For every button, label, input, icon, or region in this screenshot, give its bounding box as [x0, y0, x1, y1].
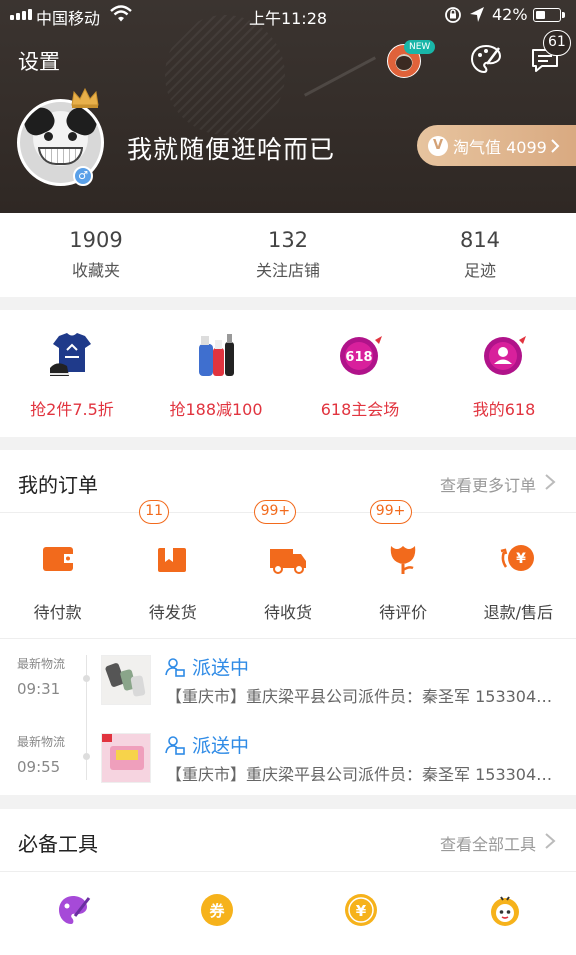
- header-decoration-line: [303, 56, 377, 97]
- package-icon: [157, 548, 186, 572]
- order-label: 待收货: [263, 603, 312, 622]
- header-decoration: [165, 15, 285, 135]
- stat-followed-shops[interactable]: 132 关注店铺: [192, 213, 384, 297]
- count-badge: 99+: [254, 500, 297, 524]
- battery-percent: 42%: [492, 5, 528, 24]
- stat-value: 132: [267, 228, 309, 252]
- order-pending-receipt[interactable]: 99+ 待收货: [230, 500, 345, 638]
- count-badge: 11: [139, 500, 170, 524]
- chevron-right-icon[interactable]: [544, 833, 556, 849]
- order-pending-shipment[interactable]: 11 待发货: [115, 500, 230, 638]
- promo-item-my-618[interactable]: 我的618: [432, 310, 576, 437]
- order-status-row: 待付款 11 待发货 99+ 待收货 99+ 待评价 ¥ 退款/售后: [0, 500, 576, 639]
- tool-item[interactable]: [432, 872, 576, 952]
- tshirt-shoe-icon: [50, 333, 91, 376]
- logistics-status: 派送中: [192, 657, 250, 679]
- tool-item[interactable]: [0, 872, 144, 952]
- view-more-orders-link[interactable]: 查看更多订单: [440, 472, 536, 496]
- profile-header: 中国移动 上午11:28 42% 设置 NEW 61 ♂ 我就随便逛哈而已 V …: [0, 0, 576, 213]
- promo-row: 抢2件7.5折 抢188减100 618 618主会场 我的618: [0, 310, 576, 437]
- svg-text:¥: ¥: [356, 902, 367, 920]
- taoqi-value-button[interactable]: V 淘气值 4099: [417, 125, 576, 166]
- logistics-description: 【重庆市】重庆梁平县公司派件员：秦圣军 153304…: [166, 765, 553, 784]
- view-all-tools-link[interactable]: 查看全部工具: [440, 831, 536, 855]
- logistics-time: 09:55: [17, 758, 61, 776]
- logistics-time: 09:31: [17, 680, 61, 698]
- logistics-status: 派送中: [192, 735, 250, 757]
- svg-text:¥: ¥: [516, 551, 526, 567]
- crown-icon: [71, 87, 99, 108]
- product-thumbnail: [101, 655, 151, 705]
- stat-label: 关注店铺: [255, 261, 320, 280]
- bee-icon: [491, 896, 519, 926]
- status-bar: 中国移动 上午11:28 42%: [0, 0, 576, 30]
- chevron-right-icon[interactable]: [544, 474, 556, 490]
- count-badge: 99+: [369, 500, 412, 524]
- tools-title: 必备工具: [18, 832, 98, 856]
- palette-icon[interactable]: [469, 42, 503, 76]
- truck-icon: [269, 549, 306, 574]
- courier-icon: [165, 658, 185, 677]
- refund-icon: ¥: [501, 545, 535, 571]
- tool-item[interactable]: ¥: [288, 872, 432, 952]
- coupon-icon: 券: [201, 894, 233, 926]
- new-badge: NEW: [404, 40, 436, 54]
- stat-value: 1909: [69, 228, 123, 252]
- profile-page: 中国移动 上午11:28 42% 设置 NEW 61 ♂ 我就随便逛哈而已 V …: [0, 0, 576, 955]
- battery-icon: [533, 8, 565, 22]
- settings-button[interactable]: 设置: [18, 46, 60, 76]
- stat-footprints[interactable]: 814 足迹: [384, 213, 576, 297]
- svg-text:618: 618: [345, 350, 372, 365]
- stats-bar: 1909 收藏夹 132 关注店铺 814 足迹: [0, 213, 576, 297]
- promo-item-618-main[interactable]: 618 618主会场: [288, 310, 432, 437]
- tools-row: 券 ¥: [0, 872, 576, 952]
- taoqi-v-icon: V: [428, 135, 448, 156]
- timeline-dot: [83, 753, 90, 760]
- chevron-right-icon: [551, 138, 560, 153]
- order-pending-review[interactable]: 99+ 待评价: [346, 500, 461, 638]
- username[interactable]: 我就随便逛哈而已: [127, 130, 335, 166]
- logistics-description: 【重庆市】重庆梁平县公司派件员：秦圣军 153304…: [166, 687, 553, 706]
- shampoo-icon: [199, 334, 234, 376]
- promo-item-discount[interactable]: 抢2件7.5折: [0, 310, 144, 437]
- order-refund[interactable]: ¥ 退款/售后: [461, 513, 576, 638]
- logistics-latest-label: 最新物流: [17, 735, 66, 749]
- promo-label: 我的618: [472, 400, 536, 419]
- stat-label: 收藏夹: [71, 261, 120, 280]
- promo-label: 618主会场: [320, 400, 400, 419]
- male-gender-icon: ♂: [73, 166, 93, 186]
- logistics-latest-label: 最新物流: [17, 657, 66, 671]
- location-arrow-icon: [470, 7, 484, 22]
- message-count-badge: 61: [543, 30, 571, 56]
- promo-item-coupon[interactable]: 抢188减100: [144, 310, 288, 437]
- palette-tool-icon: [59, 896, 91, 924]
- promo-label: 抢188减100: [169, 400, 263, 419]
- flower-icon: [390, 546, 416, 574]
- tools-section: 必备工具 查看全部工具 券 ¥: [0, 809, 576, 955]
- svg-text:券: 券: [209, 902, 225, 920]
- stat-favorites[interactable]: 1909 收藏夹: [0, 213, 192, 297]
- timeline-dot: [83, 675, 90, 682]
- order-label: 待付款: [33, 603, 82, 622]
- courier-icon: [165, 736, 185, 755]
- stat-value: 814: [459, 228, 501, 252]
- timeline-line: [86, 655, 87, 780]
- 618-badge-icon: 618: [340, 336, 382, 375]
- user-badge-icon: [484, 336, 526, 375]
- tools-header: 必备工具 查看全部工具: [0, 809, 576, 872]
- wallet-icon: [42, 547, 73, 571]
- order-pending-payment[interactable]: 待付款: [0, 513, 115, 638]
- taoqi-label: 淘气值 4099: [453, 137, 547, 157]
- status-time: 上午11:28: [248, 9, 328, 28]
- promo-label: 抢2件7.5折: [30, 400, 114, 419]
- tool-item[interactable]: 券: [144, 872, 288, 952]
- stat-label: 足迹: [463, 261, 496, 280]
- rotation-lock-icon: [445, 7, 461, 23]
- yuan-coin-icon: ¥: [345, 894, 377, 926]
- order-label: 退款/售后: [483, 603, 554, 622]
- product-thumbnail: [101, 733, 151, 783]
- order-label: 待发货: [148, 603, 197, 622]
- order-label: 待评价: [379, 603, 428, 622]
- orders-title: 我的订单: [18, 473, 98, 497]
